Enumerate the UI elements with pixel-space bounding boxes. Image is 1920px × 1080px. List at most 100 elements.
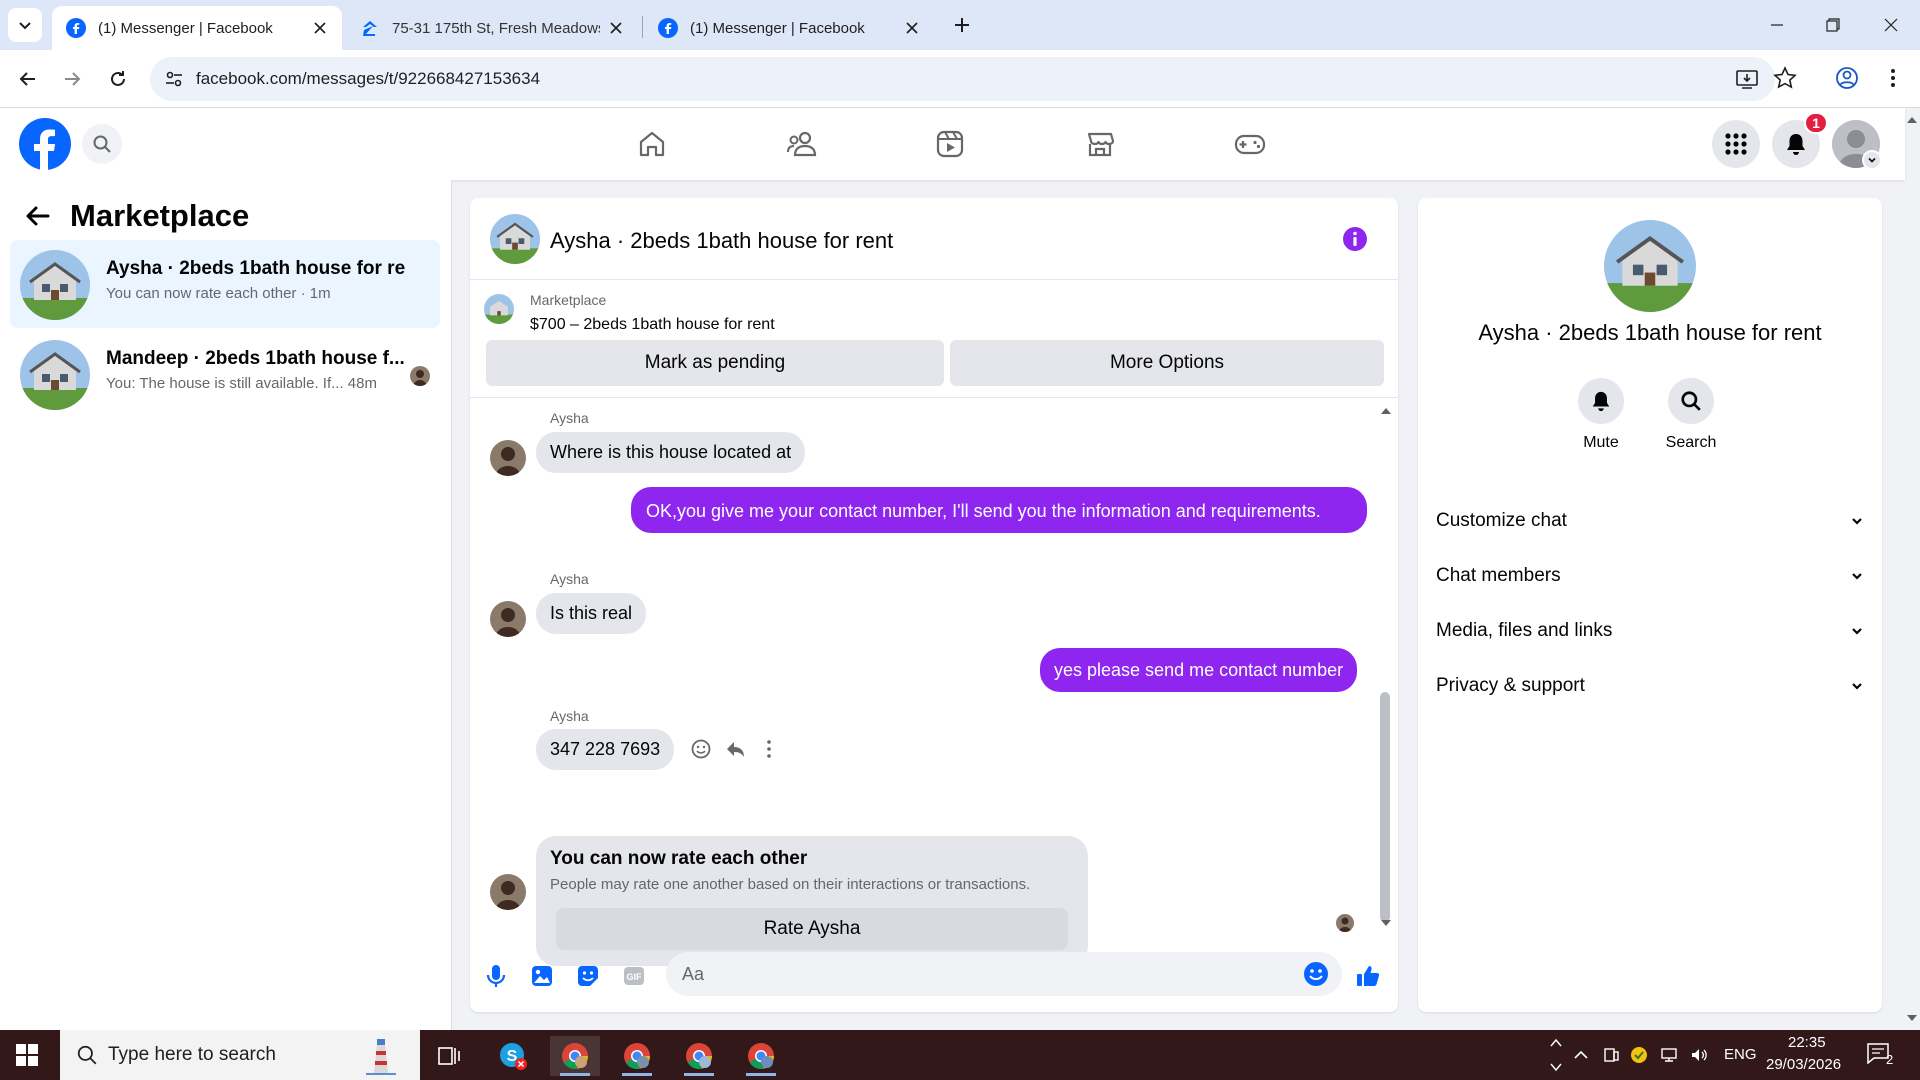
chrome-icon	[624, 1043, 650, 1069]
section-chat-members[interactable]: Chat members	[1436, 556, 1864, 596]
photo-icon[interactable]	[528, 962, 556, 990]
network-icon[interactable]	[1660, 1046, 1678, 1064]
close-icon	[1884, 18, 1898, 32]
emoji-react-icon[interactable]	[690, 738, 712, 760]
nav-video[interactable]	[932, 126, 968, 162]
speaker-icon[interactable]	[1690, 1046, 1708, 1064]
taskbar-scroll-up-icon[interactable]	[1550, 1038, 1562, 1048]
section-label: Chat members	[1436, 565, 1561, 586]
norton-shield-icon[interactable]	[1630, 1046, 1648, 1064]
section-customize-chat[interactable]: Customize chat	[1436, 501, 1864, 541]
browser-tab-zillow[interactable]: 75-31 175th St, Fresh Meadows	[346, 6, 638, 50]
close-icon[interactable]	[904, 20, 920, 36]
page-scroll-up-icon[interactable]	[1905, 114, 1919, 126]
taskbar-chrome-3[interactable]	[674, 1036, 724, 1076]
device-icon[interactable]	[1602, 1046, 1620, 1064]
forward-button[interactable]	[58, 65, 86, 93]
close-icon[interactable]	[608, 20, 624, 36]
taskbar-chrome-4[interactable]	[736, 1036, 786, 1076]
conversation-preview: You can now rate each other · 1m	[106, 285, 331, 302]
menu-dots-icon[interactable]	[1880, 65, 1906, 91]
browser-tab-messenger-1[interactable]: (1) Messenger | Facebook	[52, 6, 342, 50]
conversation-item-aysha[interactable]: Aysha · 2beds 1bath house for rent You c…	[10, 240, 440, 328]
more-dots-icon[interactable]	[758, 738, 780, 760]
menu-button[interactable]	[1712, 120, 1760, 168]
message-bubble-incoming[interactable]: 347 228 7693	[536, 729, 675, 770]
taskbar-scroll-down-icon[interactable]	[1550, 1062, 1562, 1072]
section-privacy-support[interactable]: Privacy & support	[1436, 666, 1864, 706]
sender-avatar[interactable]	[490, 874, 526, 910]
sender-avatar[interactable]	[490, 440, 526, 476]
clock-date[interactable]: 29/03/2026	[1766, 1056, 1841, 1073]
nav-home[interactable]	[634, 126, 670, 162]
minimize-button[interactable]	[1764, 12, 1790, 38]
message-bubble-outgoing[interactable]: yes please send me contact number	[1040, 648, 1358, 692]
sender-avatar[interactable]	[490, 601, 526, 637]
conversation-item-mandeep[interactable]: Mandeep · 2beds 1bath house f... You: Th…	[10, 330, 440, 418]
section-media-files-links[interactable]: Media, files and links	[1436, 611, 1864, 651]
listing-price-title[interactable]: $700 – 2beds 1bath house for rent	[530, 316, 775, 334]
action-center-button[interactable]: 2	[1866, 1042, 1902, 1070]
like-thumb-icon[interactable]	[1354, 962, 1382, 990]
taskbar-chrome-1[interactable]	[550, 1036, 600, 1076]
address-bar[interactable]: facebook.com/messages/t/922668427153634	[150, 57, 1775, 101]
message-bubble-incoming[interactable]: Is this real	[536, 593, 647, 634]
more-options-button[interactable]: More Options	[950, 340, 1384, 386]
conversation-photo[interactable]	[1604, 220, 1696, 312]
facebook-logo-icon[interactable]	[19, 118, 71, 170]
listing-thumbnail[interactable]	[484, 294, 514, 324]
install-app-icon[interactable]	[1734, 66, 1760, 92]
message-bubble-incoming[interactable]: Where is this house located at	[536, 432, 806, 473]
chat-scroll-down-icon[interactable]	[1380, 918, 1392, 928]
taskbar-search-box[interactable]: Type here to search	[60, 1030, 420, 1080]
message-bubble-outgoing[interactable]: OK,you give me your contact number, I'll…	[631, 487, 1367, 533]
bookmark-star-icon[interactable]	[1772, 65, 1798, 91]
search-in-conversation-button[interactable]	[1668, 378, 1714, 424]
language-indicator[interactable]: ENG	[1724, 1046, 1757, 1063]
reload-button[interactable]	[104, 65, 132, 93]
site-settings-icon[interactable]	[164, 69, 184, 89]
show-hidden-icons-chevron-icon[interactable]	[1572, 1046, 1590, 1064]
info-icon[interactable]	[1342, 226, 1368, 252]
section-label: Media, files and links	[1436, 620, 1613, 641]
nav-gaming[interactable]	[1232, 126, 1268, 162]
bell-icon	[1592, 391, 1610, 412]
home-icon	[639, 131, 665, 157]
message-input[interactable]	[682, 952, 1242, 996]
emoji-icon[interactable]	[1302, 960, 1330, 988]
restore-button[interactable]	[1820, 12, 1846, 38]
windows-start-icon[interactable]	[16, 1044, 38, 1066]
page-scroll-down-icon[interactable]	[1905, 1012, 1919, 1024]
new-tab-plus-icon[interactable]	[950, 13, 974, 37]
taskbar-skype[interactable]: S	[488, 1036, 538, 1076]
browser-tab-messenger-2[interactable]: (1) Messenger | Facebook	[644, 6, 934, 50]
reply-icon[interactable]	[724, 738, 746, 760]
active-indicator	[560, 1073, 590, 1076]
taskbar-chrome-2[interactable]	[612, 1036, 662, 1076]
chat-scrollbar-thumb[interactable]	[1380, 692, 1390, 922]
facebook-favicon-icon	[66, 18, 86, 38]
gaming-icon	[1234, 134, 1266, 155]
mark-as-pending-button[interactable]: Mark as pending	[486, 340, 944, 386]
chat-thumbnail[interactable]	[490, 214, 540, 264]
facebook-search-button[interactable]	[82, 124, 122, 164]
sticker-icon[interactable]	[574, 962, 602, 990]
close-icon[interactable]	[312, 20, 328, 36]
nav-friends[interactable]	[784, 126, 820, 162]
back-arrow-icon[interactable]	[24, 202, 52, 230]
search-action[interactable]: Search	[1646, 378, 1736, 452]
account-menu-chevron[interactable]	[1862, 150, 1882, 170]
gif-icon[interactable]: GIF	[620, 962, 648, 990]
clock-time[interactable]: 22:35	[1788, 1034, 1826, 1051]
chat-title[interactable]: Aysha · 2beds 1bath house for rent	[550, 228, 893, 254]
task-view-button[interactable]	[424, 1036, 474, 1076]
mute-button[interactable]	[1578, 378, 1624, 424]
back-button[interactable]	[14, 65, 42, 93]
microphone-icon[interactable]	[482, 962, 510, 990]
mute-action[interactable]: Mute	[1556, 378, 1646, 452]
tab-search-button[interactable]	[8, 8, 42, 42]
chat-scroll-up-icon[interactable]	[1380, 406, 1392, 416]
nav-marketplace[interactable]	[1082, 126, 1118, 162]
profile-icon[interactable]	[1834, 65, 1860, 91]
window-close-button[interactable]	[1878, 12, 1904, 38]
